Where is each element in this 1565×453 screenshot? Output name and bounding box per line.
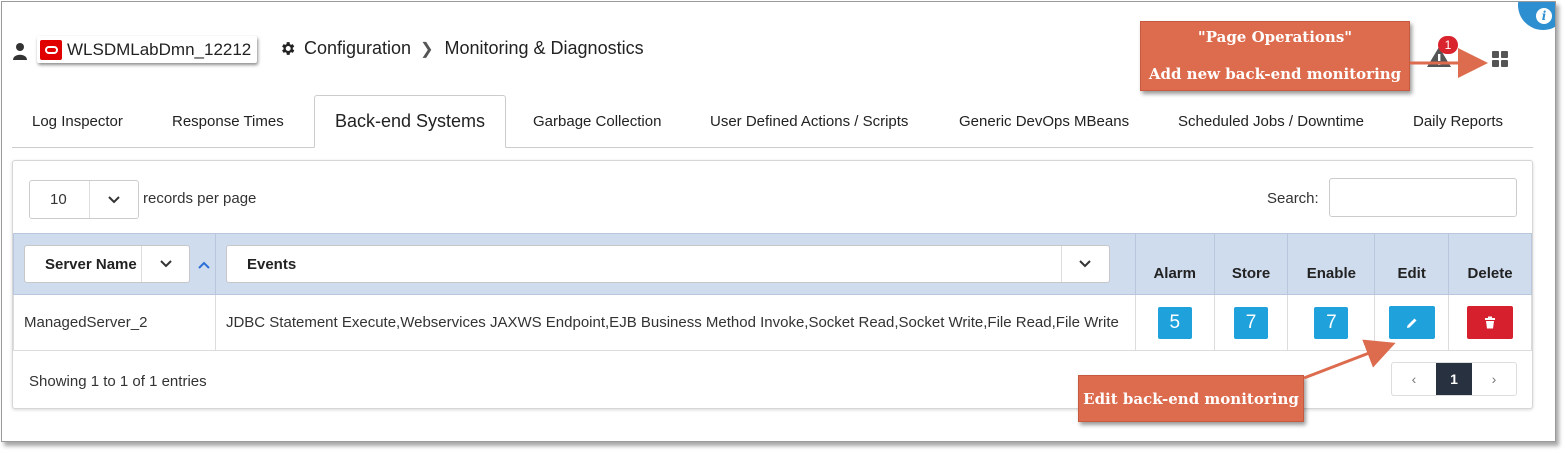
edit-callout: Edit back-end monitoring: [1078, 375, 1304, 422]
back-end-systems-panel: 10 records per page Search: Server Name: [12, 160, 1533, 409]
trash-icon: [1485, 316, 1496, 329]
tab-user-defined-actions[interactable]: User Defined Actions / Scripts: [710, 111, 908, 133]
tab-garbage-collection[interactable]: Garbage Collection: [533, 111, 661, 133]
delete-button[interactable]: [1467, 306, 1514, 339]
alert-count-badge: 1: [1438, 36, 1458, 54]
tab-response-times[interactable]: Response Times: [172, 111, 284, 133]
tab-daily-reports[interactable]: Daily Reports: [1413, 111, 1503, 133]
tab-generic-devops-mbeans[interactable]: Generic DevOps MBeans: [959, 111, 1129, 133]
delete-cell: [1448, 294, 1532, 351]
sort-ascending-icon[interactable]: [198, 256, 210, 272]
callout-text: Add new back-end monitoring: [1148, 65, 1402, 83]
info-button[interactable]: i: [1518, 2, 1555, 30]
edit-callout-text: Edit back-end monitoring: [1083, 389, 1299, 408]
pencil-icon: [1406, 318, 1417, 328]
column-server-name-label: Server Name: [45, 255, 137, 273]
domain-name: WLSDMLabDmn_12212: [67, 39, 252, 59]
events-cell: JDBC Statement Execute,Webservices JAXWS…: [214, 294, 1136, 351]
user-icon[interactable]: [12, 42, 28, 60]
column-delete: Delete: [1448, 233, 1532, 295]
page-operations-callout: "Page Operations" Add new back-end monit…: [1140, 21, 1410, 91]
enable-cell: 7: [1287, 294, 1376, 351]
chevron-down-icon[interactable]: [1060, 246, 1109, 282]
column-alarm[interactable]: Alarm: [1134, 233, 1215, 295]
page-length-select[interactable]: 10: [29, 180, 139, 219]
info-icon: i: [1536, 8, 1552, 24]
chevron-down-icon[interactable]: [141, 246, 189, 282]
chevron-down-icon: [90, 191, 138, 208]
back-end-systems-table: Server Name Events Alarm Store Enable Ed…: [13, 233, 1532, 351]
edit-cell: [1374, 294, 1450, 351]
page-button-1[interactable]: 1: [1436, 363, 1472, 395]
column-enable[interactable]: Enable: [1287, 233, 1376, 295]
search-input[interactable]: [1329, 178, 1517, 217]
edit-button[interactable]: [1388, 306, 1435, 339]
alarm-cell: 5: [1134, 294, 1215, 351]
column-server-name[interactable]: Server Name: [13, 233, 216, 295]
column-store[interactable]: Store: [1213, 233, 1289, 295]
domain-selector[interactable]: WLSDMLabDmn_12212: [37, 36, 258, 63]
breadcrumb-monitoring: Monitoring & Diagnostics: [444, 38, 644, 58]
server-name-cell: ManagedServer_2: [13, 294, 216, 351]
page-length-value: 10: [30, 181, 90, 218]
alarm-count-button[interactable]: 5: [1157, 306, 1192, 339]
table-info: Showing 1 to 1 of 1 entries: [29, 373, 207, 390]
breadcrumb-configuration[interactable]: Configuration: [304, 38, 411, 59]
tab-log-inspector[interactable]: Log Inspector: [32, 111, 123, 133]
tab-scheduled-jobs[interactable]: Scheduled Jobs / Downtime: [1178, 111, 1364, 133]
store-cell: 7: [1213, 294, 1289, 351]
column-edit: Edit: [1374, 233, 1450, 295]
table-row: ManagedServer_2 JDBC Statement Execute,W…: [13, 294, 1532, 351]
gear-icon: [282, 42, 295, 55]
search-label: Search:: [1267, 190, 1319, 207]
next-page-button[interactable]: ›: [1472, 363, 1516, 395]
tab-back-end-systems[interactable]: Back-end Systems: [314, 95, 507, 148]
chevron-right-icon: ❯: [420, 40, 434, 58]
tab-bar: Log Inspector Response Times Back-end Sy…: [12, 95, 1533, 148]
pagination: ‹ 1 ›: [1391, 362, 1517, 396]
previous-page-button[interactable]: ‹: [1392, 363, 1436, 395]
records-per-page-label: records per page: [143, 190, 257, 207]
page-operations-grid-icon[interactable]: [1492, 51, 1508, 67]
callout-title: "Page Operations": [1197, 28, 1353, 46]
enable-count-button[interactable]: 7: [1314, 306, 1349, 339]
store-count-button[interactable]: 7: [1234, 306, 1269, 339]
app-window: WLSDMLabDmn_12212 Configuration ❯ Monito…: [1, 1, 1556, 442]
breadcrumb: Configuration ❯ Monitoring & Diagnostics: [279, 38, 644, 59]
oracle-logo-icon: [40, 39, 62, 60]
column-events-label: Events: [246, 255, 297, 273]
column-events[interactable]: Events: [214, 233, 1136, 295]
